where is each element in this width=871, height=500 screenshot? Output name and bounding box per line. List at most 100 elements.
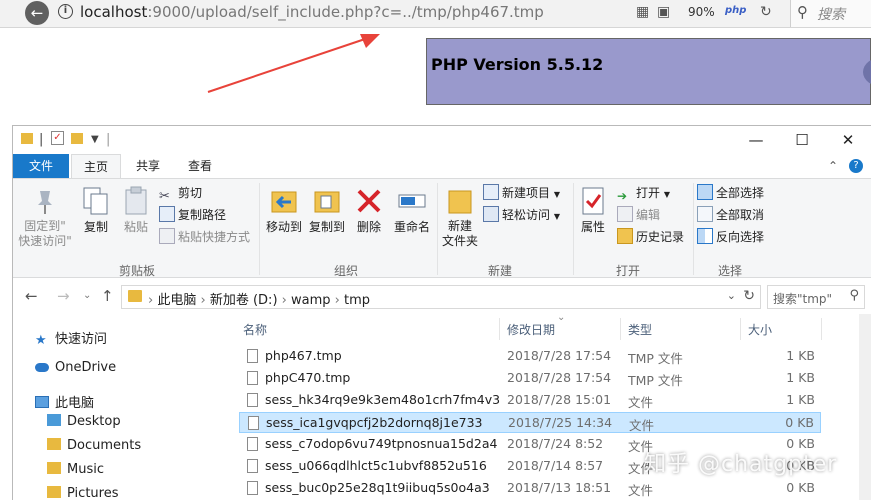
nav-onedrive[interactable]: OneDrive (35, 360, 116, 375)
grid-icon[interactable]: ▦ (636, 4, 649, 20)
tab-view[interactable]: 查看 (177, 154, 223, 178)
new-item-button[interactable]: 新建项目 ▼ (483, 183, 560, 203)
column-header-date[interactable]: 修改日期 (507, 321, 555, 338)
maximize-icon[interactable]: ☐ (779, 128, 825, 152)
column-header-name[interactable]: 名称 (243, 321, 267, 338)
file-type: TMP 文件 (628, 351, 683, 366)
refresh-icon[interactable]: ↻ (760, 4, 772, 20)
zoom-level[interactable]: 90% (688, 5, 715, 19)
table-row[interactable]: phpC470.tmp 2018/7/28 17:54 TMP 文件 1 KB (239, 368, 821, 389)
reading-view-icon[interactable]: ▣ (657, 4, 670, 20)
address-dropdown-icon[interactable]: ⌄ (727, 289, 736, 302)
move-to-icon (268, 185, 300, 217)
edit-icon (617, 206, 633, 222)
sort-caret-icon: ⌄ (557, 312, 566, 323)
minimize-icon[interactable]: — (733, 128, 779, 152)
invert-selection-button[interactable]: 反向选择 (697, 227, 764, 247)
properties-check-icon[interactable]: ✓ (51, 131, 64, 145)
table-row[interactable]: php467.tmp 2018/7/28 17:54 TMP 文件 1 KB (239, 346, 821, 367)
divider-icon: | (39, 132, 44, 147)
nav-quick-access[interactable]: ★ 快速访问 (35, 328, 107, 348)
cut-button[interactable]: ✂ 剪切 (159, 183, 202, 204)
group-separator (259, 183, 260, 275)
php-info-banner: PHP Version 5.5.12 (426, 38, 871, 105)
breadcrumb-wamp[interactable]: wamp (291, 293, 331, 308)
file-type: 文件 (628, 395, 654, 410)
nav-music[interactable]: Music (47, 462, 104, 477)
move-to-button[interactable]: 移动到 (262, 185, 306, 235)
copy-to-button[interactable]: 复制到 (305, 185, 349, 235)
table-row[interactable]: sess_buc0p25e28q1t9iibuq5s0o4a3 2018/7/13… (239, 478, 821, 499)
close-icon[interactable]: ✕ (825, 128, 871, 152)
history-button[interactable]: 历史记录 (617, 227, 684, 247)
new-folder-quick-icon[interactable] (71, 133, 83, 144)
file-type: 文件 (629, 418, 655, 433)
breadcrumb-drive-d[interactable]: 新加卷 (D:) (210, 293, 278, 308)
table-row[interactable]: sess_ica1gvqpcfj2b2dornq8j1e733 2018/7/25… (239, 412, 821, 433)
group-label-select: 选择 (718, 264, 743, 278)
open-button[interactable]: ➔ 打开 ▼ (617, 183, 670, 203)
copy-to-icon (311, 185, 343, 217)
copy-icon (80, 185, 112, 217)
folder-icon (128, 290, 142, 302)
nav-this-pc[interactable]: 此电脑 (35, 392, 94, 411)
nav-documents[interactable]: Documents (47, 438, 141, 453)
customize-dropdown-icon[interactable]: ▼ (91, 134, 99, 145)
recent-dropdown-icon[interactable]: ⌄ (83, 290, 91, 301)
paste-shortcut-button[interactable]: 粘贴快捷方式 (159, 227, 250, 247)
vertical-scrollbar[interactable] (859, 314, 871, 500)
back-arrow-icon[interactable]: ← (25, 287, 38, 305)
history-icon (617, 228, 633, 244)
select-all-button[interactable]: 全部选择 (697, 183, 764, 203)
back-arrow-icon[interactable]: ← (25, 1, 49, 25)
pin-quick-access-button[interactable]: 固定到" 快速访问" (17, 185, 73, 249)
file-explorer-window: | ✓ ▼ | — ☐ ✕ 文件 主页 共享 查看 ⌃ ? 固定到" 快速访问"… (12, 125, 871, 500)
select-all-icon (697, 184, 713, 200)
move-to-label: 移动到 (265, 220, 302, 234)
tab-file[interactable]: 文件 (13, 154, 69, 178)
file-icon (247, 459, 258, 473)
column-header-type[interactable]: 类型 (628, 321, 652, 338)
breadcrumb-this-pc[interactable]: 此电脑 (157, 293, 196, 308)
folder-search-box[interactable]: 搜索"tmp" ⚲ (767, 285, 865, 309)
nav-music-label: Music (67, 462, 104, 477)
easy-access-button[interactable]: 轻松访问 ▼ (483, 205, 560, 225)
file-icon (247, 393, 258, 407)
red-arrow-annotation (207, 34, 380, 93)
info-icon[interactable]: i (58, 4, 73, 19)
php-extension-icon[interactable]: php (725, 5, 746, 16)
edit-button[interactable]: 编辑 (617, 205, 660, 225)
address-breadcrumb[interactable]: › 此电脑 › 新加卷 (D:) › wamp › tmp ⌄ ↻ (121, 285, 761, 309)
browser-search-box[interactable]: ⚲ 搜索 (790, 0, 871, 27)
file-date: 2018/7/13 18:51 (507, 480, 612, 495)
select-none-icon (697, 206, 713, 222)
table-row[interactable]: sess_hk34rq9e9k3em48o1crh7fm4v3 2018/7/28… (239, 390, 821, 411)
nav-pictures[interactable]: Pictures (47, 486, 118, 500)
delete-button[interactable]: 删除 (351, 185, 387, 235)
properties-button[interactable]: 属性 (575, 185, 611, 235)
address-bar-url[interactable]: localhost:9000/upload/self_include.php?c… (80, 3, 544, 21)
easy-access-icon (483, 206, 499, 222)
help-icon[interactable]: ? (849, 159, 863, 173)
refresh-icon[interactable]: ↻ (743, 288, 755, 304)
delete-label: 删除 (356, 220, 381, 234)
rename-button[interactable]: 重命名 (389, 185, 435, 235)
file-date: 2018/7/28 15:01 (507, 392, 612, 407)
up-arrow-icon[interactable]: ↑ (101, 287, 114, 305)
ribbon-collapse-icon[interactable]: ⌃ (828, 159, 838, 173)
select-none-button[interactable]: 全部取消 (697, 205, 764, 225)
tab-share[interactable]: 共享 (125, 154, 171, 178)
new-folder-button[interactable]: 新建 文件夹 (439, 185, 481, 249)
nav-desktop[interactable]: Desktop (47, 414, 121, 429)
tab-home[interactable]: 主页 (71, 154, 121, 178)
file-name: sess_hk34rq9e9k3em48o1crh7fm4v3 (265, 392, 501, 407)
divider-icon: | (106, 132, 111, 147)
copy-path-button[interactable]: 复制路径 (159, 205, 226, 225)
column-header-size[interactable]: 大小 (748, 321, 772, 338)
file-name: php467.tmp (265, 348, 342, 363)
nav-this-pc-label: 此电脑 (55, 396, 95, 411)
computer-icon (35, 396, 49, 408)
forward-arrow-icon[interactable]: → (57, 287, 70, 305)
breadcrumb-tmp[interactable]: tmp (344, 293, 370, 308)
paste-button[interactable]: 粘贴 (113, 185, 159, 235)
